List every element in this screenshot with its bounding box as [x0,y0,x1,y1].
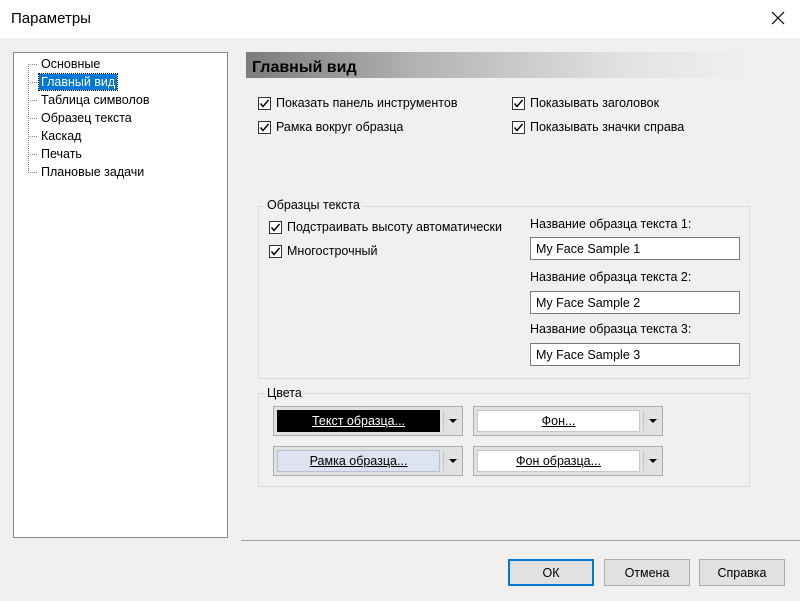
ok-button[interactable]: ОК [508,559,594,586]
multiline-label: Многострочный [287,244,378,258]
dropdown-arrow-icon[interactable] [649,459,657,463]
split-separator [443,451,444,471]
colors-group-title: Цвета [265,386,304,400]
cancel-button[interactable]: Отмена [604,559,690,586]
auto-height-checkbox[interactable]: Подстраивать высоту автоматически [269,219,502,235]
checkbox-box[interactable] [258,120,271,134]
show-icons-right-checkbox[interactable]: Показывать значки справа [512,119,684,135]
checkmark-icon [270,223,281,232]
show-title-checkbox[interactable]: Показывать заголовок [512,95,659,111]
close-icon [771,11,785,25]
show-toolbar-label: Показать панель инструментов [276,96,458,110]
sample-border-color-face[interactable]: Рамка образца... [277,450,440,472]
page-title: Главный вид [252,59,357,76]
sample-border-checkbox[interactable]: Рамка вокруг образца [258,119,403,135]
sample-name-3-label: Название образца текста 3: [530,322,692,336]
window-title: Параметры [11,10,91,27]
tree-branch [28,64,37,65]
sample-name-1-input[interactable] [530,237,740,260]
title-bar: Параметры [0,0,800,38]
split-separator [643,451,644,471]
checkmark-icon [270,247,281,256]
checkbox-box[interactable] [512,120,525,134]
split-separator [643,411,644,431]
dropdown-arrow-icon[interactable] [449,459,457,463]
sample-border-label: Рамка вокруг образца [276,120,404,134]
sample-name-1-label: Название образца текста 1: [530,217,692,231]
footer-divider [241,540,800,541]
tree-item-tablitsa-simvolov[interactable]: Таблица символов [39,92,152,108]
settings-tree[interactable]: Основные Главный вид Таблица символов Об… [13,52,228,538]
checkmark-icon [259,123,270,132]
page-header: Главный вид [246,52,750,78]
background-color-button[interactable]: Фон... [473,406,663,436]
checkmark-icon [513,123,524,132]
show-icons-right-label: Показывать значки справа [530,120,685,134]
sample-background-color-face[interactable]: Фон образца... [477,450,640,472]
tree-branch [28,154,37,155]
auto-height-label: Подстраивать высоту автоматически [287,220,502,234]
tree-branch [28,118,37,119]
dropdown-arrow-icon[interactable] [449,419,457,423]
checkmark-icon [513,99,524,108]
tree-branch [28,136,37,137]
close-button[interactable] [756,0,800,38]
background-color-face[interactable]: Фон... [477,410,640,432]
checkbox-box[interactable] [258,96,271,110]
sample-background-color-button[interactable]: Фон образца... [473,446,663,476]
tree-branch [28,82,37,83]
show-toolbar-checkbox[interactable]: Показать панель инструментов [258,95,457,111]
multiline-checkbox[interactable]: Многострочный [269,243,378,259]
split-separator [443,411,444,431]
tree-item-obrazets-teksta[interactable]: Образец текста [39,110,134,126]
sample-name-3-input[interactable] [530,343,740,366]
sample-name-2-label: Название образца текста 2: [530,270,692,284]
sample-border-color-button[interactable]: Рамка образца... [273,446,463,476]
tree-item-osnovnye[interactable]: Основные [39,56,102,72]
checkmark-icon [259,99,270,108]
show-title-label: Показывать заголовок [530,96,660,110]
sample-text-color-face[interactable]: Текст образца... [277,410,440,432]
tree-item-glavnyi-vid[interactable]: Главный вид [37,73,119,91]
tree-item-planovye-zadachi[interactable]: Плановые задачи [39,164,146,180]
tree-item-pechat[interactable]: Печать [39,146,84,162]
help-button[interactable]: Справка [699,559,785,586]
tree-item-kaskad[interactable]: Каскад [39,128,83,144]
checkbox-box[interactable] [269,220,282,234]
tree-branch [28,100,37,101]
checkbox-box[interactable] [269,244,282,258]
checkbox-box[interactable] [512,96,525,110]
sample-name-2-input[interactable] [530,291,740,314]
tree-branch [28,172,37,173]
text-samples-group-title: Образцы текста [265,198,362,212]
sample-text-color-button[interactable]: Текст образца... [273,406,463,436]
dropdown-arrow-icon[interactable] [649,419,657,423]
